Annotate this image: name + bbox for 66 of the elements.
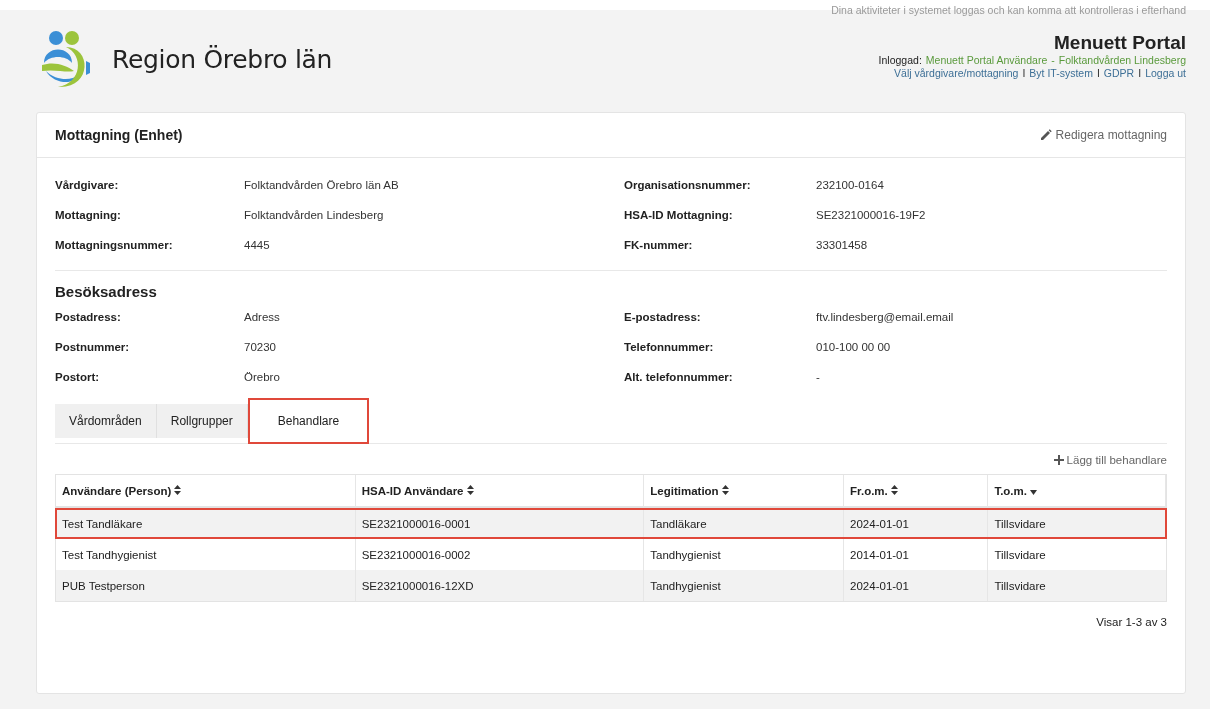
field-label: Organisationsnummer: [624, 178, 752, 193]
field-label: HSA-ID Mottagning: [624, 208, 734, 223]
sort-icon [174, 484, 182, 495]
sort-icon [466, 484, 474, 495]
logged-in-unit: Folktandvården Lindesberg [1058, 54, 1186, 67]
field-value: 232100-0164 [816, 178, 885, 193]
column-header[interactable]: HSA-ID Användare [355, 475, 645, 508]
field-label: E-postadress: [624, 310, 702, 325]
table-row[interactable]: Test Tandläkare SE2321000016-0001 Tandläkare 2024-01-01 Tillsvidare [56, 508, 1166, 539]
add-practitioner-link[interactable]: Lägg till behandlare [1053, 454, 1167, 466]
header-link[interactable]: GDPR [1103, 67, 1135, 80]
edit-unit-link[interactable]: Redigera mottagning [1039, 128, 1167, 142]
field-value: 33301458 [816, 238, 869, 253]
section-title: Besöksadress [55, 283, 158, 300]
tab[interactable]: Behandlare [247, 398, 370, 444]
link-separator: I [1096, 67, 1100, 80]
card-title: Mottagning (Enhet) [55, 127, 183, 143]
link-separator: I [1138, 67, 1142, 80]
caret-down-icon [1030, 489, 1038, 495]
pencil-icon [1039, 129, 1052, 141]
column-header[interactable]: T.o.m. [988, 475, 1166, 508]
sort-icon [891, 484, 898, 495]
table-cell: SE2321000016-12XD [355, 570, 645, 601]
logged-in-user: Menuett Portal Användare [925, 54, 1048, 67]
field-label: Postnummer: [55, 340, 131, 355]
logged-in-label: Inloggad: [878, 54, 922, 67]
pagination-info: Visar 1-3 av 3 [1096, 616, 1167, 628]
field-label: Telefonnummer: [624, 340, 715, 355]
field-value: Adress [244, 310, 281, 325]
field-value: ftv.lindesberg@email.email [816, 310, 955, 325]
portal-title: Menuett Portal [1054, 32, 1186, 54]
column-header[interactable]: Användare (Person) [56, 475, 356, 508]
field-value: SE2321000016-19F2 [816, 208, 927, 223]
field-label: Vårdgivare: [55, 178, 120, 193]
field-value: Örebro [244, 370, 281, 385]
header-link[interactable]: Logga ut [1145, 67, 1186, 80]
table-cell: Tillsvidare [988, 570, 1166, 601]
logged-in-separator: - [1051, 54, 1055, 67]
field-value: 4445 [244, 238, 271, 253]
org-name: Region Örebro län [112, 44, 333, 74]
field-label: Mottagningsnummer: [55, 238, 174, 253]
field-label: Postadress: [55, 310, 122, 325]
tab[interactable]: Rollgrupper [156, 404, 248, 438]
plus-icon [1053, 455, 1064, 465]
field-value: Folktandvården Lindesberg [244, 208, 385, 223]
header-link[interactable]: Välj vårdgivare/mottagning [894, 67, 1019, 80]
sort-icon [721, 484, 729, 495]
table-cell: PUB Testperson [56, 570, 356, 601]
field-label: Mottagning: [55, 208, 122, 223]
field-value: 010-100 00 00 [816, 340, 892, 355]
table-row[interactable]: Test Tandhygienist SE2321000016-0002 Tandhygienist 2014-01-01 Tillsvidare [56, 539, 1166, 570]
field-label: Postort: [55, 370, 101, 385]
field-value: Folktandvården Örebro län AB [244, 178, 400, 193]
field-label: Alt. telefonnummer: [624, 370, 734, 385]
field-label: FK-nummer: [624, 238, 694, 253]
logging-notice: Dina aktiviteter i systemet loggas och kan komma att kontrolleras i efterhand [831, 4, 1186, 16]
table-cell: Tandhygienist [644, 570, 845, 601]
table-cell: 2024-01-01 [844, 570, 989, 601]
column-header[interactable]: Fr.o.m. [844, 475, 989, 508]
tab[interactable]: Vårdområden [55, 404, 157, 438]
header-link[interactable]: Byt IT-system [1029, 67, 1093, 80]
field-value: 70230 [244, 340, 277, 355]
column-header[interactable]: Legitimation [644, 475, 845, 508]
field-value: - [816, 370, 821, 385]
link-separator: I [1022, 67, 1026, 80]
table-row[interactable]: PUB Testperson SE2321000016-12XD Tandhygienist 2024-01-01 Tillsvidare [56, 570, 1166, 601]
